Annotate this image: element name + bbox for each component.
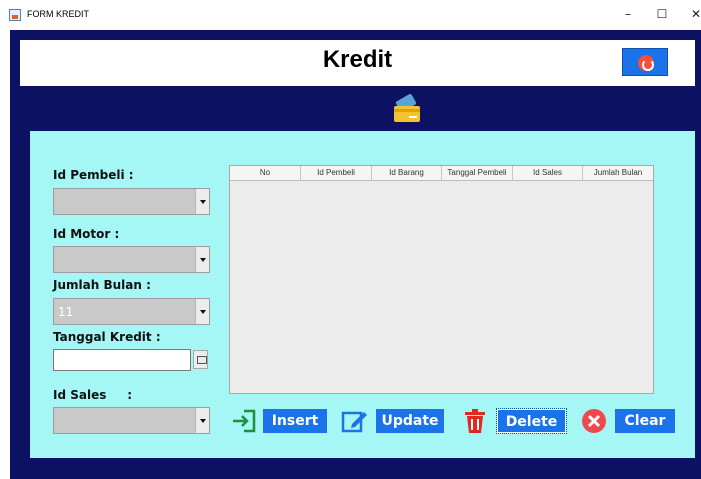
calendar-icon[interactable] bbox=[193, 350, 208, 369]
tanggal-kredit-label: Tanggal Kredit : bbox=[53, 330, 161, 344]
update-button[interactable]: Update bbox=[376, 409, 444, 433]
exit-icon bbox=[638, 55, 654, 71]
page-title: Kredit bbox=[322, 46, 393, 73]
edit-icon bbox=[341, 411, 367, 433]
window-titlebar: FORM KREDIT – ☐ ✕ bbox=[0, 0, 701, 30]
minimize-button[interactable]: – bbox=[621, 7, 635, 21]
id-motor-label: Id Motor : bbox=[53, 227, 120, 241]
chevron-down-icon[interactable] bbox=[195, 299, 209, 324]
window-title: FORM KREDIT bbox=[27, 9, 89, 19]
column-header-jumlah-bulan[interactable]: Jumlah Bulan bbox=[583, 166, 653, 181]
java-app-icon bbox=[9, 9, 21, 21]
chevron-down-icon[interactable] bbox=[195, 189, 209, 214]
close-button[interactable]: ✕ bbox=[689, 7, 701, 21]
trash-icon bbox=[465, 409, 485, 433]
column-header-id-sales[interactable]: Id Sales bbox=[513, 166, 583, 181]
id-sales-combo[interactable] bbox=[53, 407, 210, 434]
chevron-down-icon[interactable] bbox=[195, 408, 209, 433]
column-header-no[interactable]: No bbox=[230, 166, 301, 181]
column-header-tanggal-pembeli[interactable]: Tanggal Pembeli bbox=[442, 166, 513, 181]
id-motor-combo[interactable] bbox=[53, 246, 210, 273]
sign-in-icon bbox=[233, 409, 256, 433]
insert-button[interactable]: Insert bbox=[263, 409, 327, 433]
clear-x-icon bbox=[582, 409, 606, 433]
jumlah-bulan-label: Jumlah Bulan : bbox=[53, 278, 151, 292]
id-sales-label: Id Sales : bbox=[53, 388, 133, 402]
table-header: No Id Pembeli Id Barang Tanggal Pembeli … bbox=[230, 166, 653, 181]
header-bar: Kredit bbox=[20, 40, 695, 86]
maximize-button[interactable]: ☐ bbox=[655, 7, 669, 21]
column-header-id-pembeli[interactable]: Id Pembeli bbox=[301, 166, 372, 181]
exit-button[interactable] bbox=[622, 48, 668, 76]
chevron-down-icon[interactable] bbox=[195, 247, 209, 272]
column-header-id-barang[interactable]: Id Barang bbox=[372, 166, 442, 181]
jumlah-bulan-combo[interactable]: 11 bbox=[53, 298, 210, 325]
tanggal-kredit-input[interactable] bbox=[53, 349, 191, 371]
clear-button[interactable]: Clear bbox=[615, 409, 675, 433]
id-pembeli-combo[interactable] bbox=[53, 188, 210, 215]
credit-card-icon bbox=[394, 94, 420, 122]
jumlah-bulan-value: 11 bbox=[58, 305, 74, 319]
kredit-table[interactable]: No Id Pembeli Id Barang Tanggal Pembeli … bbox=[229, 165, 654, 394]
id-pembeli-label: Id Pembeli : bbox=[53, 168, 134, 182]
delete-button[interactable]: Delete bbox=[496, 408, 567, 434]
